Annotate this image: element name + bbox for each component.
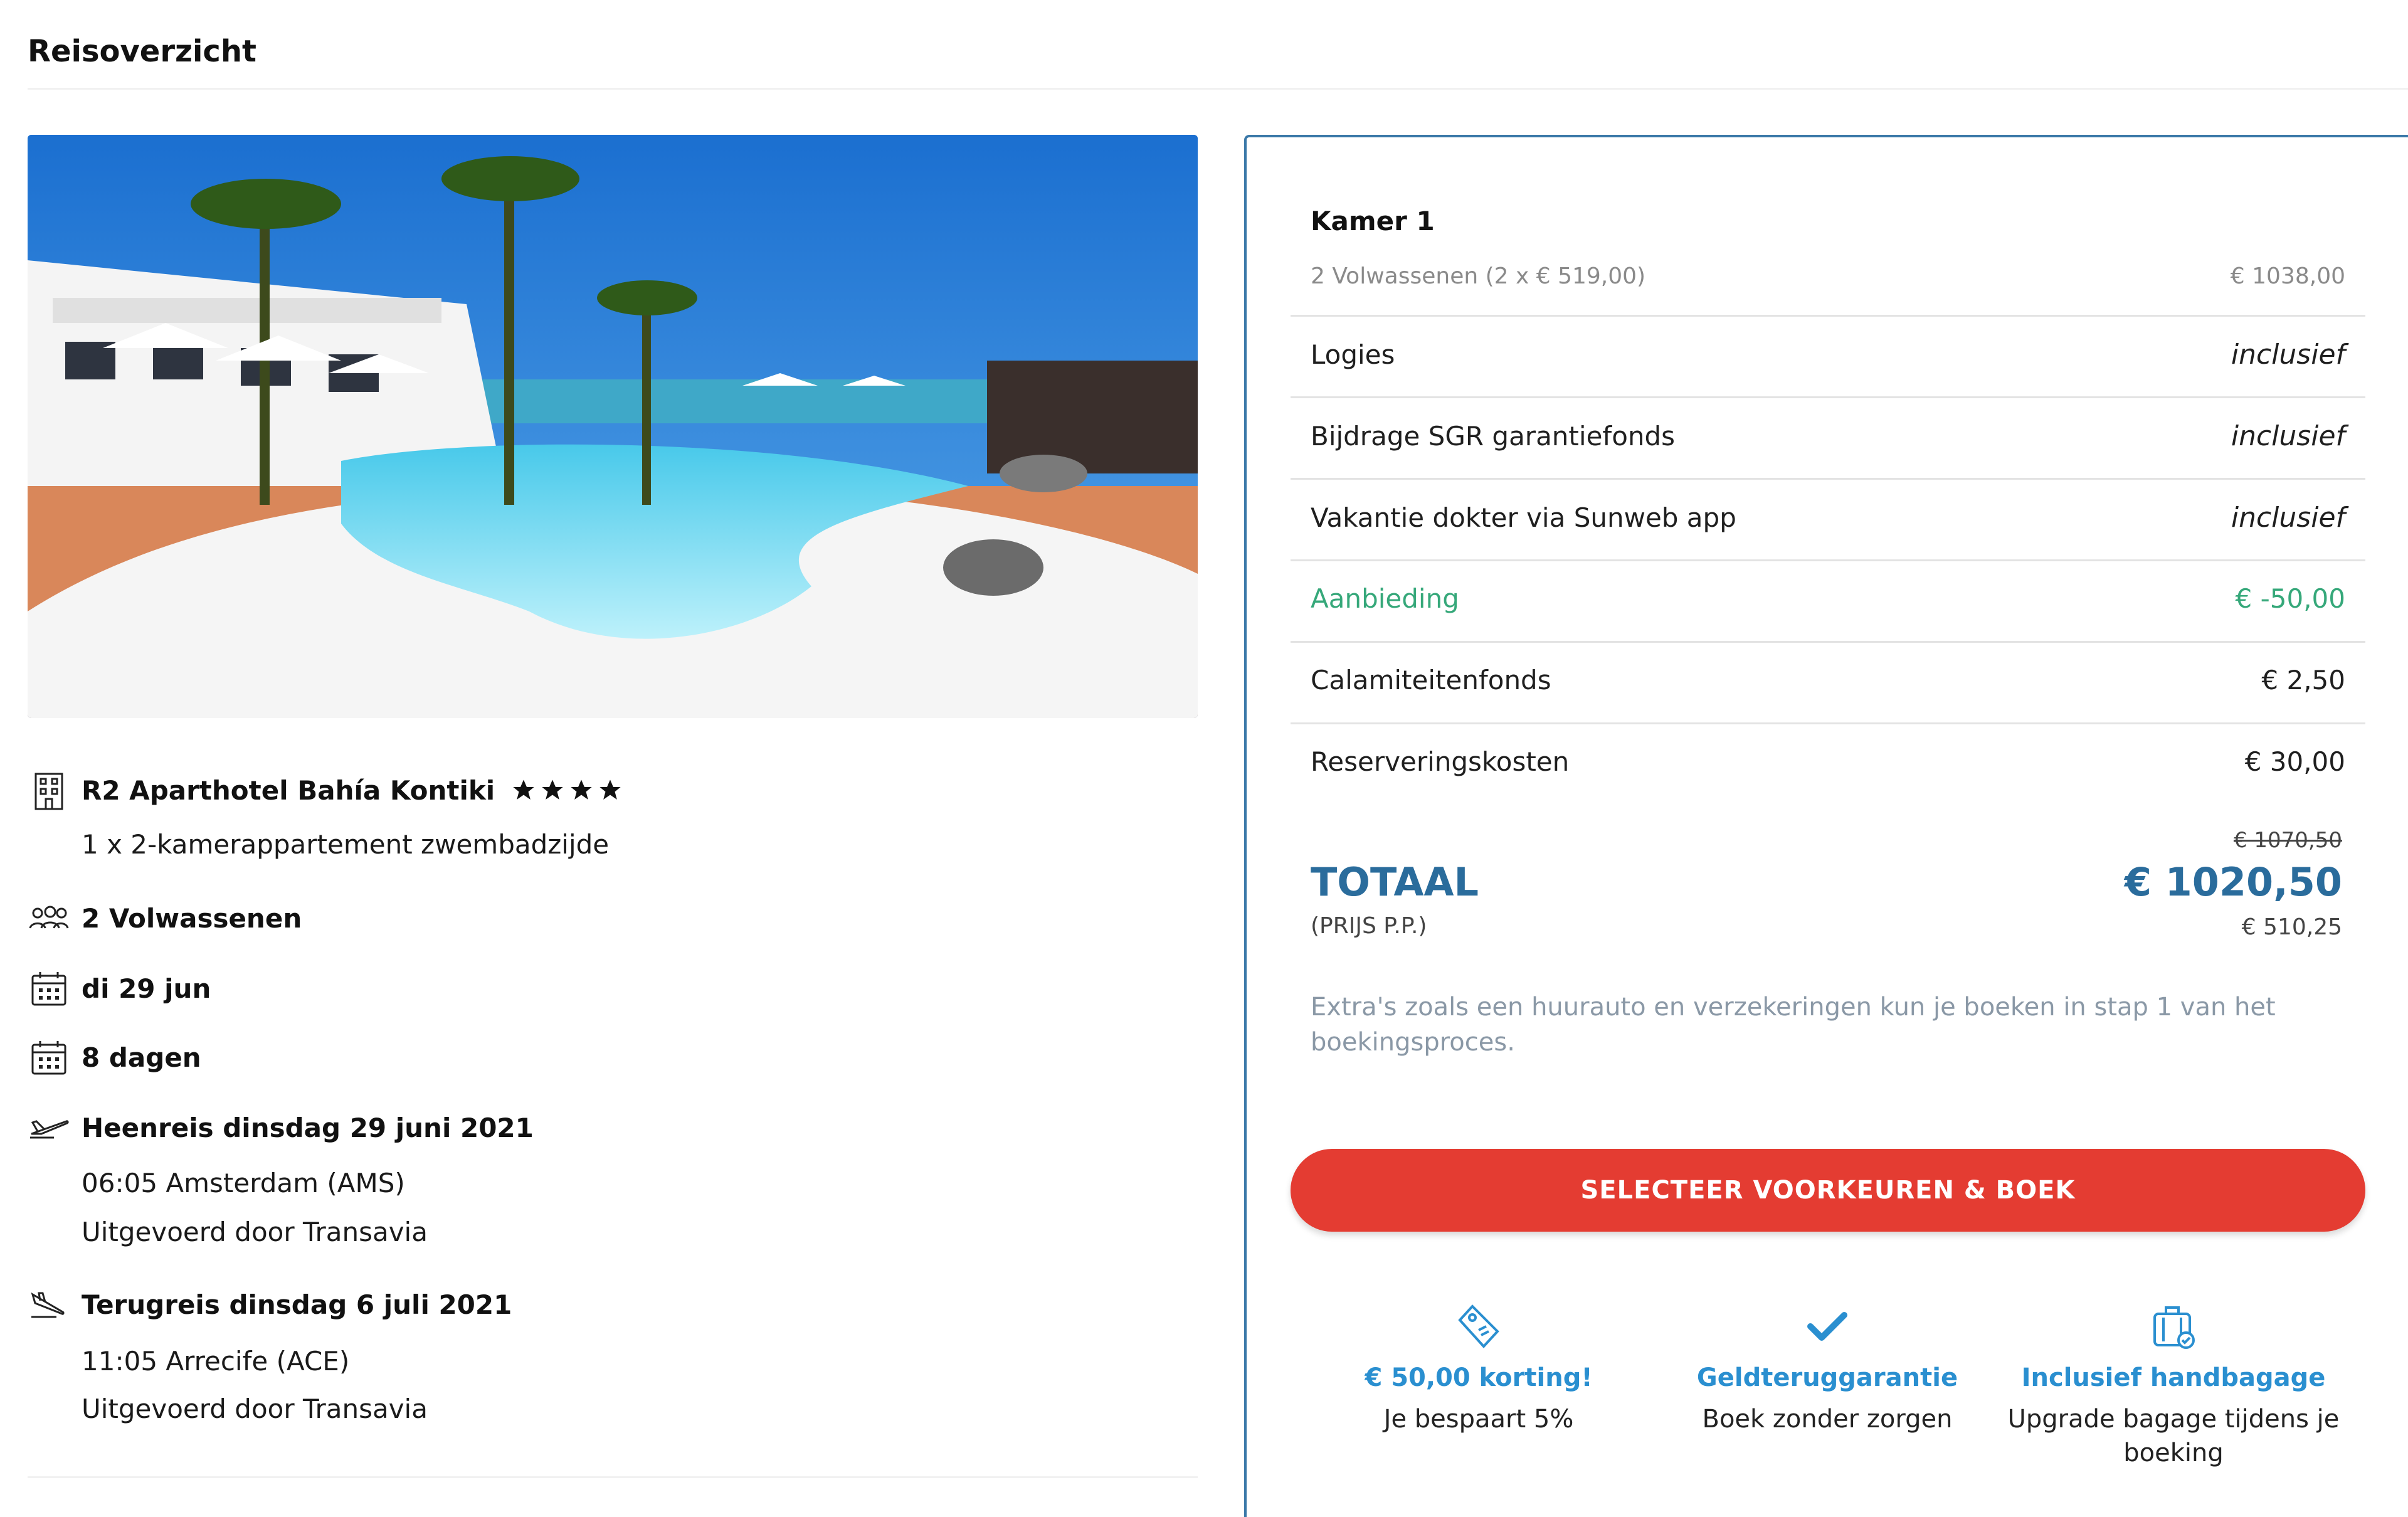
line-value: inclusief (2231, 502, 2345, 534)
room-type: 1 x 2-kamerappartement zwembadzijde (82, 829, 610, 860)
line-label: Reserveringskosten (1311, 746, 1570, 777)
line-row: Bijdrage SGR garantiefonds inclusief (1311, 420, 2345, 452)
star-icon (599, 780, 621, 800)
usp-money-back: Geldteruggarantie Boek zonder zorgen (1652, 1298, 2003, 1436)
outbound-row: Heenreis dinsdag 29 juni 2021 (28, 1106, 534, 1149)
row-divider (1291, 396, 2365, 398)
return-time: 11:05 Arrecife (ACE) (82, 1346, 350, 1377)
checkmark-icon (1805, 1298, 1849, 1355)
line-value: inclusief (2231, 420, 2345, 452)
usp-title: Inclusief handbagage (2021, 1363, 2326, 1392)
plane-arrival-icon (28, 1283, 70, 1326)
line-label: Vakantie dokter via Sunweb app (1311, 502, 1736, 533)
usp-hand-luggage: Inclusief handbagage Upgrade bagage tijd… (1998, 1298, 2349, 1470)
discount-label: Aanbieding (1311, 583, 1459, 614)
per-person-label: (PRIJS P.P.) (1311, 913, 1427, 939)
duration-label: 8 dagen (82, 1042, 201, 1073)
usp-text: Upgrade bagage tijdens je boeking (2007, 1405, 2340, 1467)
row-divider (1291, 559, 2365, 561)
duration-row: 8 dagen (28, 1036, 201, 1079)
usp-title: Geldteruggarantie (1696, 1363, 1958, 1392)
line-row: Calamiteitenfonds € 2,50 (1311, 665, 2345, 695)
page-title: Reisoverzicht (28, 34, 256, 69)
per-person-price: € 510,25 (2241, 914, 2342, 940)
travellers-row: 2 Volwassenen (28, 897, 302, 939)
line-label: Calamiteitenfonds (1311, 665, 1551, 695)
discount-value: € -50,00 (2235, 583, 2345, 614)
row-divider (1291, 315, 2365, 317)
star-rating (511, 778, 623, 803)
date-row: di 29 jun (28, 967, 211, 1010)
extras-note: Extra's zoals een huurauto en verzekerin… (1311, 993, 2276, 1057)
left-divider (28, 1476, 1198, 1478)
outbound-carrier: Uitgevoerd door Transavia (82, 1217, 428, 1247)
line-value: inclusief (2231, 339, 2345, 371)
header-divider (28, 88, 2408, 90)
hotel-name[interactable]: R2 Aparthotel Bahía Kontiki (82, 775, 495, 806)
travellers-label: 2 Volwassenen (82, 902, 302, 934)
total-label: TOTAAL (1311, 859, 1479, 905)
room-title: Kamer 1 (1311, 206, 1435, 236)
room-detail-row: 2 Volwassenen (2 x € 519,00) € 1038,00 (1311, 263, 2345, 289)
building-icon (28, 769, 70, 811)
return-title: Terugreis dinsdag 6 juli 2021 (82, 1289, 512, 1320)
outbound-title: Heenreis dinsdag 29 juni 2021 (82, 1112, 534, 1143)
room-price: € 1038,00 (2230, 263, 2345, 289)
line-label: Logies (1311, 339, 1395, 370)
usp-text: Boek zonder zorgen (1702, 1405, 1953, 1434)
calendar-icon (28, 1036, 70, 1079)
return-carrier: Uitgevoerd door Transavia (82, 1393, 428, 1424)
row-divider (1291, 722, 2365, 724)
star-icon (513, 780, 534, 800)
select-preferences-book-button[interactable]: SELECTEER VOORKEUREN & BOEK (1291, 1149, 2365, 1232)
calendar-icon (28, 967, 70, 1010)
discount-row: Aanbieding € -50,00 (1311, 583, 2345, 614)
usp-discount: € 50,00 korting! Je bespaart 5% (1303, 1298, 1654, 1436)
hotel-row: R2 Aparthotel Bahía Kontiki (28, 769, 623, 811)
line-value: € 2,50 (2261, 665, 2345, 695)
row-divider (1291, 641, 2365, 643)
suitcase-icon (2148, 1298, 2199, 1355)
usp-title: € 50,00 korting! (1365, 1363, 1593, 1392)
usp-text: Je bespaart 5% (1383, 1405, 1574, 1434)
return-row: Terugreis dinsdag 6 juli 2021 (28, 1283, 512, 1326)
total-price: € 1020,50 (2124, 859, 2342, 905)
plane-departure-icon (28, 1106, 70, 1149)
star-icon (571, 780, 592, 800)
hotel-photo (28, 135, 1198, 718)
row-divider (1291, 478, 2365, 480)
room-detail: 2 Volwassenen (2 x € 519,00) (1311, 263, 1646, 289)
line-row: Reserveringskosten € 30,00 (1311, 746, 2345, 777)
departure-date: di 29 jun (82, 973, 211, 1004)
outbound-time: 06:05 Amsterdam (AMS) (82, 1168, 405, 1198)
price-tag-icon (1454, 1298, 1504, 1355)
original-total: € 1070,50 (2233, 828, 2342, 853)
line-label: Bijdrage SGR garantiefonds (1311, 421, 1676, 452)
line-row: Vakantie dokter via Sunweb app inclusief (1311, 502, 2345, 534)
people-icon (28, 897, 70, 939)
line-row: Logies inclusief (1311, 339, 2345, 371)
star-icon (542, 780, 563, 800)
line-value: € 30,00 (2244, 746, 2345, 777)
